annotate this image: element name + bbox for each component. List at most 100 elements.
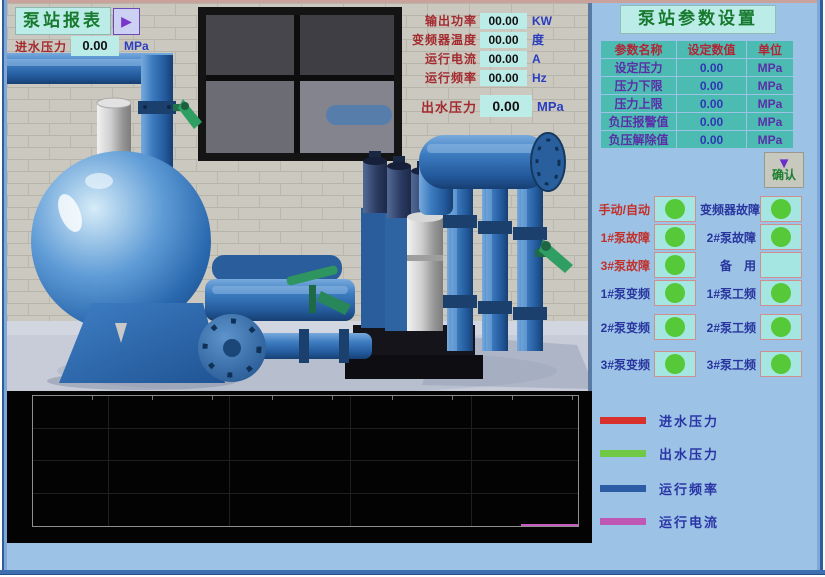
- indicator-label: 手动/自动: [593, 201, 650, 218]
- legend-swatch: [600, 485, 646, 492]
- param-value[interactable]: 0.00: [677, 77, 747, 95]
- indicator-lamp-box: [760, 280, 802, 306]
- readout-label: 输出功率: [400, 12, 477, 29]
- confirm-button[interactable]: ▼ 确认: [764, 152, 804, 188]
- table-row: 负压报警值 0.00 MPa: [601, 113, 794, 131]
- legend-label: 运行电流: [659, 512, 719, 531]
- readout-value: 00.00: [480, 70, 527, 86]
- param-name: 压力下限: [601, 77, 677, 95]
- report-button-label[interactable]: 泵站报表: [15, 7, 111, 35]
- outlet-pressure-unit: MPa: [537, 99, 564, 114]
- window: [198, 7, 402, 161]
- indicator-lamp-box: [654, 252, 696, 278]
- indicator-row: 手动/自动 变频器故障: [593, 196, 818, 222]
- col-header-unit: 单位: [747, 41, 794, 59]
- readout-label: 变频器温度: [400, 31, 477, 48]
- indicator-row: 1#泵故障 2#泵故障: [593, 224, 818, 250]
- indicator-label: 2#泵变频: [593, 319, 650, 336]
- indicator-lamp-box: [760, 314, 802, 340]
- frame-bottom: [0, 570, 825, 577]
- legend-item: 进水压力: [600, 413, 719, 427]
- indicator-lamp-box: [760, 351, 802, 377]
- axis-ticks: [33, 396, 578, 400]
- outlet-pressure-value: 0.00: [480, 95, 532, 117]
- indicator-label: 备 用: [700, 257, 756, 274]
- status-lamp: [665, 317, 685, 337]
- indicator-lamp-box: [654, 224, 696, 250]
- status-lamp: [771, 283, 791, 303]
- inlet-pressure-readout: 进水压力 0.00 MPa: [15, 36, 149, 56]
- readout-label: 运行电流: [400, 50, 477, 67]
- param-value[interactable]: 0.00: [677, 113, 747, 131]
- readout-unit: Hz: [532, 71, 547, 85]
- readout-label: 运行频率: [400, 69, 477, 86]
- drive-readouts: 输出功率 00.00 KW 变频器温度 00.00 度 运行电流 00.00 A…: [400, 11, 552, 87]
- status-lamp: [771, 199, 791, 219]
- indicator-label: 1#泵变频: [593, 285, 650, 302]
- col-header-value: 设定数值: [677, 41, 747, 59]
- indicator-label: 1#泵故障: [593, 229, 650, 246]
- trend-chart: [7, 391, 592, 543]
- legend-item: 出水压力: [600, 446, 719, 460]
- legend-item: 运行频率: [600, 481, 719, 495]
- inlet-pressure-value: 0.00: [71, 36, 119, 56]
- param-unit: MPa: [747, 131, 794, 149]
- legend-label: 运行频率: [659, 479, 719, 498]
- param-name: 负压解除值: [601, 131, 677, 149]
- inlet-pressure-label: 进水压力: [15, 38, 67, 55]
- table-row: 压力下限 0.00 MPa: [601, 77, 794, 95]
- indicator-lamp-box: [760, 224, 802, 250]
- indicator-lamp-box: [654, 314, 696, 340]
- legend-item: 运行电流: [600, 514, 719, 528]
- frame-left: [0, 0, 7, 577]
- legend-swatch: [600, 450, 646, 457]
- panel-divider: [588, 3, 592, 391]
- param-name: 负压报警值: [601, 113, 677, 131]
- legend-swatch: [600, 417, 646, 424]
- table-row: 设定压力 0.00 MPa: [601, 59, 794, 77]
- param-unit: MPa: [747, 59, 794, 77]
- outlet-pressure-label: 出水压力: [400, 97, 477, 116]
- status-lamp: [665, 354, 685, 374]
- indicator-label: 变频器故障: [700, 201, 756, 218]
- param-value[interactable]: 0.00: [677, 95, 747, 113]
- play-icon[interactable]: ▶: [113, 8, 140, 35]
- indicator-label: 1#泵工频: [700, 285, 756, 302]
- readout-unit: A: [532, 52, 541, 66]
- confirm-button-label[interactable]: 确认: [772, 169, 796, 182]
- outlet-pressure-readout: 出水压力 0.00 MPa: [400, 95, 564, 117]
- report-button[interactable]: 泵站报表 ▶: [15, 7, 140, 35]
- table-row: 压力上限 0.00 MPa: [601, 95, 794, 113]
- legend-swatch: [600, 518, 646, 525]
- legend-label: 进水压力: [659, 411, 719, 430]
- status-lamp: [771, 354, 791, 374]
- readout-unit: 度: [532, 31, 544, 48]
- settings-panel-title: 泵站参数设置: [620, 5, 776, 34]
- param-value[interactable]: 0.00: [677, 59, 747, 77]
- readout-row: 变频器温度 00.00 度: [400, 30, 552, 49]
- indicator-label: 3#泵工频: [700, 356, 756, 373]
- frame-top: [0, 0, 825, 3]
- legend-label: 出水压力: [659, 444, 719, 463]
- indicator-lamp-box: [760, 196, 802, 222]
- indicator-lamp-box-empty: [760, 252, 802, 278]
- param-value[interactable]: 0.00: [677, 131, 747, 149]
- col-header-name: 参数名称: [601, 41, 677, 59]
- indicator-label: 2#泵故障: [700, 229, 756, 246]
- param-name: 设定压力: [601, 59, 677, 77]
- table-row: 负压解除值 0.00 MPa: [601, 131, 794, 149]
- indicator-row: 2#泵变频 2#泵工频: [593, 314, 818, 340]
- indicator-lamp-box: [654, 196, 696, 222]
- status-lamp: [665, 227, 685, 247]
- readout-value: 00.00: [480, 32, 527, 48]
- current-trend-line: [521, 524, 578, 526]
- status-lamp: [771, 227, 791, 247]
- param-name: 压力上限: [601, 95, 677, 113]
- frame-right: [817, 0, 825, 577]
- readout-row: 运行频率 00.00 Hz: [400, 68, 552, 87]
- readout-unit: KW: [532, 14, 552, 28]
- param-unit: MPa: [747, 95, 794, 113]
- table-header-row: 参数名称 设定数值 单位: [601, 41, 794, 59]
- indicator-label: 3#泵变频: [593, 356, 650, 373]
- indicator-row: 3#泵变频 3#泵工频: [593, 351, 818, 377]
